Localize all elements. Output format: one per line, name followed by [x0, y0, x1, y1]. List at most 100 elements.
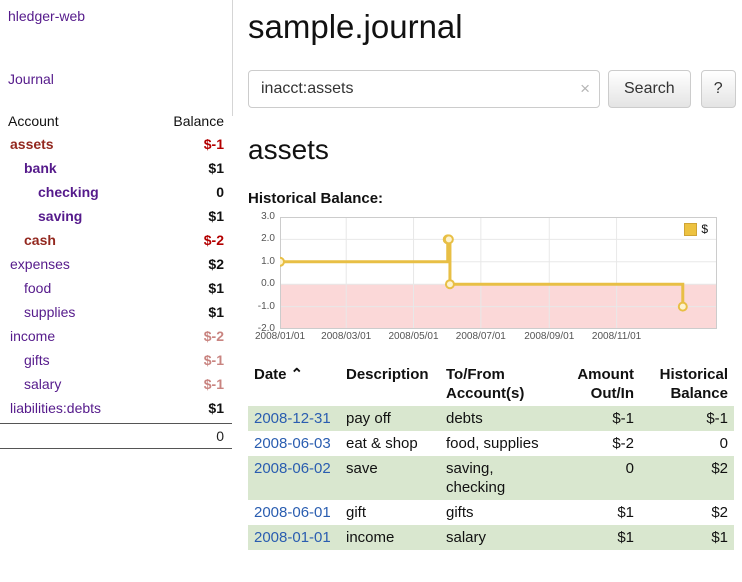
sidebar-account-assets[interactable]: assets [0, 134, 54, 154]
sidebar-account-saving[interactable]: saving [0, 206, 82, 226]
chart-y-labels: 3.02.01.00.0-1.0-2.0 [248, 217, 280, 329]
account-row: salary $-1 [0, 372, 232, 396]
sidebar-account-cash[interactable]: cash [0, 230, 56, 250]
account-balance: $1 [208, 302, 224, 322]
account-row: bank $1 [0, 156, 232, 180]
register-row: 2008-06-02 save saving, checking 0 $2 [248, 456, 734, 500]
account-balance: $1 [208, 278, 224, 298]
sidebar-account-supplies[interactable]: supplies [0, 302, 75, 322]
transaction-amount: $-1 [558, 406, 640, 431]
account-row: saving $1 [0, 204, 232, 228]
chart-legend: $ [681, 221, 711, 237]
page-title: sample.journal [248, 8, 734, 46]
sidebar-account-bank[interactable]: bank [0, 158, 57, 178]
accounts-total-value: 0 [216, 426, 224, 446]
header-amount-out-in: Amount Out/In [558, 362, 640, 406]
register-header-row: Date⌃ Description To/From Account(s) Amo… [248, 362, 734, 406]
sidebar-divider [232, 0, 233, 116]
account-row: food $1 [0, 276, 232, 300]
account-balance: $-2 [204, 326, 224, 346]
accounts-total-row: 0 [0, 423, 232, 449]
balance-chart-svg [280, 217, 717, 329]
transaction-balance: $-1 [640, 406, 734, 431]
main-content: sample.journal × Search ? assets Histori… [248, 0, 734, 550]
account-balance: $-1 [204, 134, 224, 154]
transaction-amount: $1 [558, 500, 640, 525]
search-input[interactable] [248, 70, 600, 108]
account-balance: $-1 [204, 374, 224, 394]
account-balance: $1 [208, 398, 224, 418]
account-balance: 0 [216, 182, 224, 202]
header-description: Description [340, 362, 440, 406]
transaction-balance: 0 [640, 431, 734, 456]
transaction-description: income [340, 525, 440, 550]
sidebar-account-gifts[interactable]: gifts [0, 350, 50, 370]
historical-balance-chart: 3.02.01.00.0-1.0-2.0 $ 2008/01/012008/03… [248, 217, 734, 344]
transaction-accounts: debts [440, 406, 558, 431]
transaction-date-link[interactable]: 2008-06-01 [254, 504, 331, 521]
header-date-label: Date [254, 366, 287, 383]
transaction-date-link[interactable]: 2008-12-31 [254, 410, 331, 427]
transaction-description: save [340, 456, 440, 500]
sidebar-account-food[interactable]: food [0, 278, 51, 298]
sidebar-item-journal[interactable]: Journal [8, 71, 232, 87]
help-button[interactable]: ? [701, 70, 736, 108]
account-row: income $-2 [0, 324, 232, 348]
transaction-amount: 0 [558, 456, 640, 500]
transaction-amount: $-2 [558, 431, 640, 456]
sidebar-account-checking[interactable]: checking [0, 182, 99, 202]
search-input-wrap: × [248, 70, 600, 108]
chart-title: Historical Balance: [248, 190, 734, 207]
transaction-date-link[interactable]: 2008-01-01 [254, 529, 331, 546]
account-row: liabilities:debts $1 [0, 396, 232, 420]
transaction-date-link[interactable]: 2008-06-03 [254, 435, 331, 452]
account-row: assets $-1 [0, 132, 232, 156]
transaction-accounts: food, supplies [440, 431, 558, 456]
transaction-description: eat & shop [340, 431, 440, 456]
account-balance: $1 [208, 206, 224, 226]
register-row: 2008-01-01 income salary $1 $1 [248, 525, 734, 550]
legend-label: $ [701, 222, 708, 236]
account-column-header: Account [8, 113, 59, 129]
account-row: supplies $1 [0, 300, 232, 324]
transaction-balance: $1 [640, 525, 734, 550]
sidebar-account-salary[interactable]: salary [0, 374, 61, 394]
sidebar-account-income[interactable]: income [0, 326, 55, 346]
account-balance: $-2 [204, 230, 224, 250]
header-tofrom-accounts: To/From Account(s) [440, 362, 558, 406]
transaction-amount: $1 [558, 525, 640, 550]
chart-x-labels: 2008/01/012008/03/012008/05/012008/07/01… [280, 329, 717, 344]
account-heading: assets [248, 134, 734, 166]
sort-asc-icon: ⌃ [291, 366, 304, 383]
legend-swatch-icon [684, 223, 697, 236]
account-row: gifts $-1 [0, 348, 232, 372]
transaction-accounts: saving, checking [440, 456, 558, 500]
account-balance: $2 [208, 254, 224, 274]
search-bar: × Search ? [248, 70, 734, 108]
account-balance: $1 [208, 158, 224, 178]
account-row: cash $-2 [0, 228, 232, 252]
accounts-table-header: Account Balance [8, 113, 224, 129]
register-row: 2008-12-31 pay off debts $-1 $-1 [248, 406, 734, 431]
chart-plot-area: $ [280, 217, 717, 329]
register-row: 2008-06-03 eat & shop food, supplies $-2… [248, 431, 734, 456]
search-button[interactable]: Search [608, 70, 691, 108]
brand-link[interactable]: hledger-web [8, 8, 232, 24]
transaction-description: pay off [340, 406, 440, 431]
header-date[interactable]: Date⌃ [248, 362, 340, 406]
transaction-accounts: gifts [440, 500, 558, 525]
header-historical-balance: Historical Balance [640, 362, 734, 406]
transaction-balance: $2 [640, 500, 734, 525]
clear-search-icon[interactable]: × [580, 79, 590, 99]
register-table: Date⌃ Description To/From Account(s) Amo… [248, 362, 734, 550]
transaction-date-link[interactable]: 2008-06-02 [254, 460, 331, 477]
transaction-balance: $2 [640, 456, 734, 500]
transaction-description: gift [340, 500, 440, 525]
sidebar-account-expenses[interactable]: expenses [0, 254, 70, 274]
sidebar-account-liabilities-debts[interactable]: liabilities:debts [0, 398, 101, 418]
transaction-accounts: salary [440, 525, 558, 550]
account-balance: $-1 [204, 350, 224, 370]
app-window: hledger-web Journal Account Balance asse… [0, 0, 742, 582]
balance-column-header: Balance [173, 113, 224, 129]
account-row: expenses $2 [0, 252, 232, 276]
